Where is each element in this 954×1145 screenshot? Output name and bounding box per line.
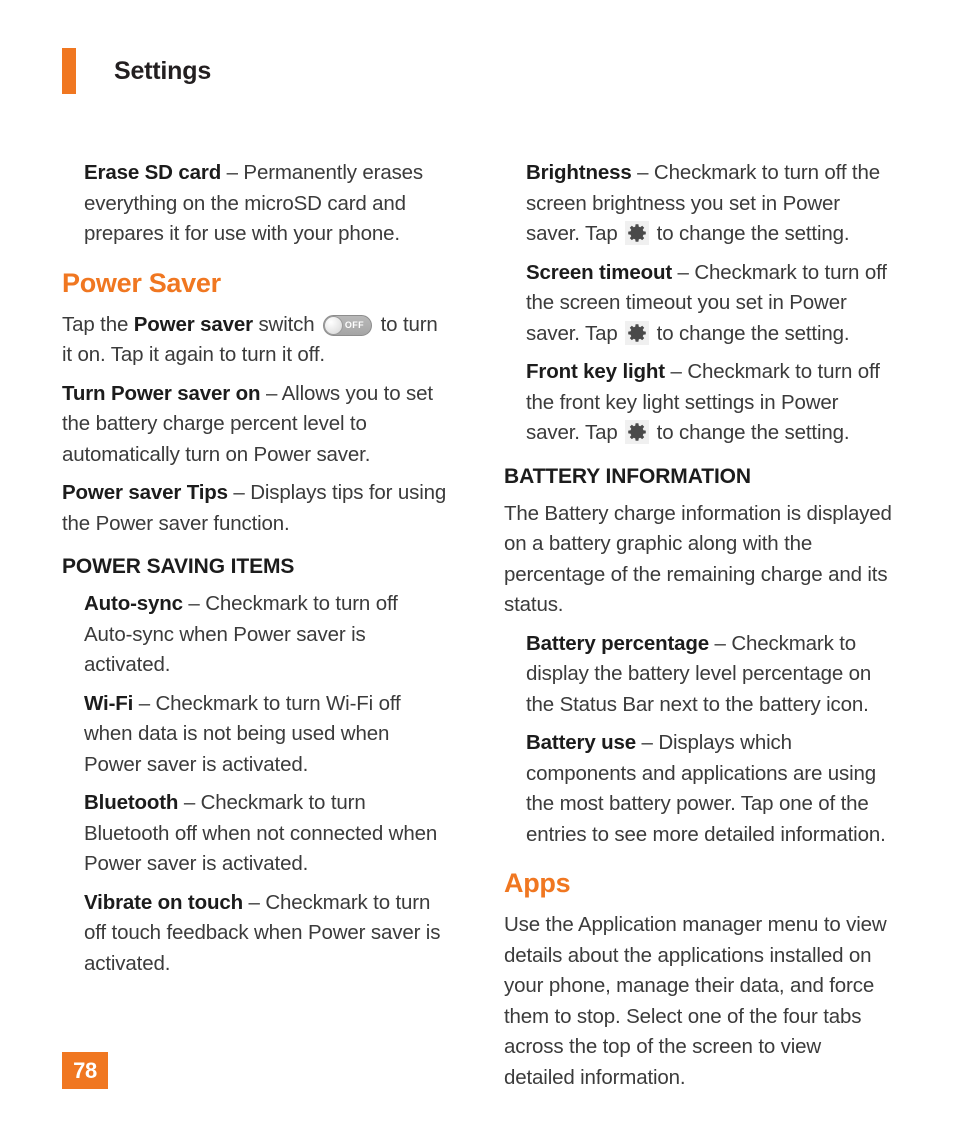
term-brightness: Brightness — [526, 161, 632, 184]
gear-icon[interactable] — [625, 420, 650, 444]
heading-apps: Apps — [504, 868, 571, 898]
paragraph-turn-power-saver-on: Turn Power saver on – Allows you to set … — [62, 379, 450, 471]
gear-icon[interactable] — [625, 221, 650, 245]
term-screen-timeout: Screen timeout — [526, 260, 672, 284]
dash-separator: – — [182, 592, 206, 615]
paragraph-battery-percentage: Battery percentage – Checkmark to displa… — [526, 629, 892, 721]
text-tap-the: Tap the — [62, 312, 134, 336]
dash-separator: – — [133, 691, 156, 715]
term-power-saver-tips: Power saver Tips — [62, 481, 228, 504]
term-power-saver: Power saver — [133, 312, 253, 336]
heading-power-saving-items: POWER SAVING ITEMS — [62, 555, 295, 578]
paragraph-bluetooth: Bluetooth – Checkmark to turn Bluetooth … — [84, 788, 450, 880]
paragraph-erase-sd-card: Erase SD card – Permanently erases every… — [84, 158, 450, 250]
toggle-switch-off-icon[interactable]: OFF — [323, 314, 373, 336]
term-battery-percentage: Battery percentage — [526, 631, 710, 655]
dash-separator: – — [631, 161, 654, 184]
page-number-badge: 78 — [62, 1052, 108, 1089]
dash-separator: – — [260, 381, 282, 405]
toggle-off-label: OFF — [344, 319, 365, 330]
page-header: Settings — [0, 48, 211, 94]
heading-power-saver: Power Saver — [62, 267, 221, 298]
page-title: Settings — [114, 56, 212, 85]
text-switch: switch — [252, 312, 321, 336]
term-auto-sync: Auto-sync — [84, 592, 183, 615]
paragraph-battery-use: Battery use – Displays which components … — [526, 728, 892, 850]
dash-separator: – — [178, 791, 201, 814]
dash-separator: – — [664, 360, 688, 383]
description-brightness-after: to change the setting. — [651, 222, 850, 245]
dash-separator: – — [227, 481, 251, 504]
term-erase-sd-card: Erase SD card — [84, 161, 222, 184]
left-column: Erase SD card – Permanently erases every… — [62, 158, 450, 1101]
toggle-knob — [324, 315, 344, 335]
description-screen-timeout-after: to change the setting. — [651, 321, 850, 345]
paragraph-apps: Use the Application manager menu to view… — [504, 913, 887, 1089]
paragraph-brightness: Brightness – Checkmark to turn off the s… — [526, 158, 892, 250]
paragraph-vibrate-on-touch: Vibrate on touch – Checkmark to turn off… — [84, 888, 450, 980]
term-wifi: Wi-Fi — [84, 691, 134, 715]
term-front-key-light: Front key light — [526, 360, 665, 383]
heading-battery-information: BATTERY INFORMATION — [504, 464, 751, 488]
dash-separator: – — [709, 631, 732, 655]
content-columns: Erase SD card – Permanently erases every… — [62, 158, 892, 1101]
term-bluetooth: Bluetooth — [84, 791, 179, 814]
description-front-key-light-after: to change the setting. — [651, 421, 850, 444]
dash-separator: – — [636, 731, 659, 754]
gear-icon[interactable] — [625, 320, 650, 345]
right-column: Brightness – Checkmark to turn off the s… — [504, 158, 892, 1101]
paragraph-auto-sync: Auto-sync – Checkmark to turn off Auto-s… — [84, 589, 450, 681]
header-accent-bar — [62, 48, 76, 94]
dash-separator: – — [221, 161, 244, 184]
paragraph-screen-timeout: Screen timeout – Checkmark to turn off t… — [526, 258, 892, 350]
term-turn-power-saver-on: Turn Power saver on — [62, 381, 261, 405]
dash-separator: – — [242, 890, 266, 914]
paragraph-power-saver-tips: Power saver Tips – Displays tips for usi… — [62, 478, 450, 539]
term-battery-use: Battery use — [526, 731, 637, 754]
paragraph-wifi: Wi-Fi – Checkmark to turn Wi-Fi off when… — [84, 689, 450, 781]
paragraph-battery-information-intro: The Battery charge information is displa… — [504, 501, 892, 617]
dash-separator: – — [672, 260, 695, 284]
paragraph-front-key-light: Front key light – Checkmark to turn off … — [526, 357, 892, 449]
term-vibrate-on-touch: Vibrate on touch — [84, 890, 243, 914]
paragraph-power-saver-intro: Tap the Power saver switch OFF to turn i… — [62, 310, 450, 371]
